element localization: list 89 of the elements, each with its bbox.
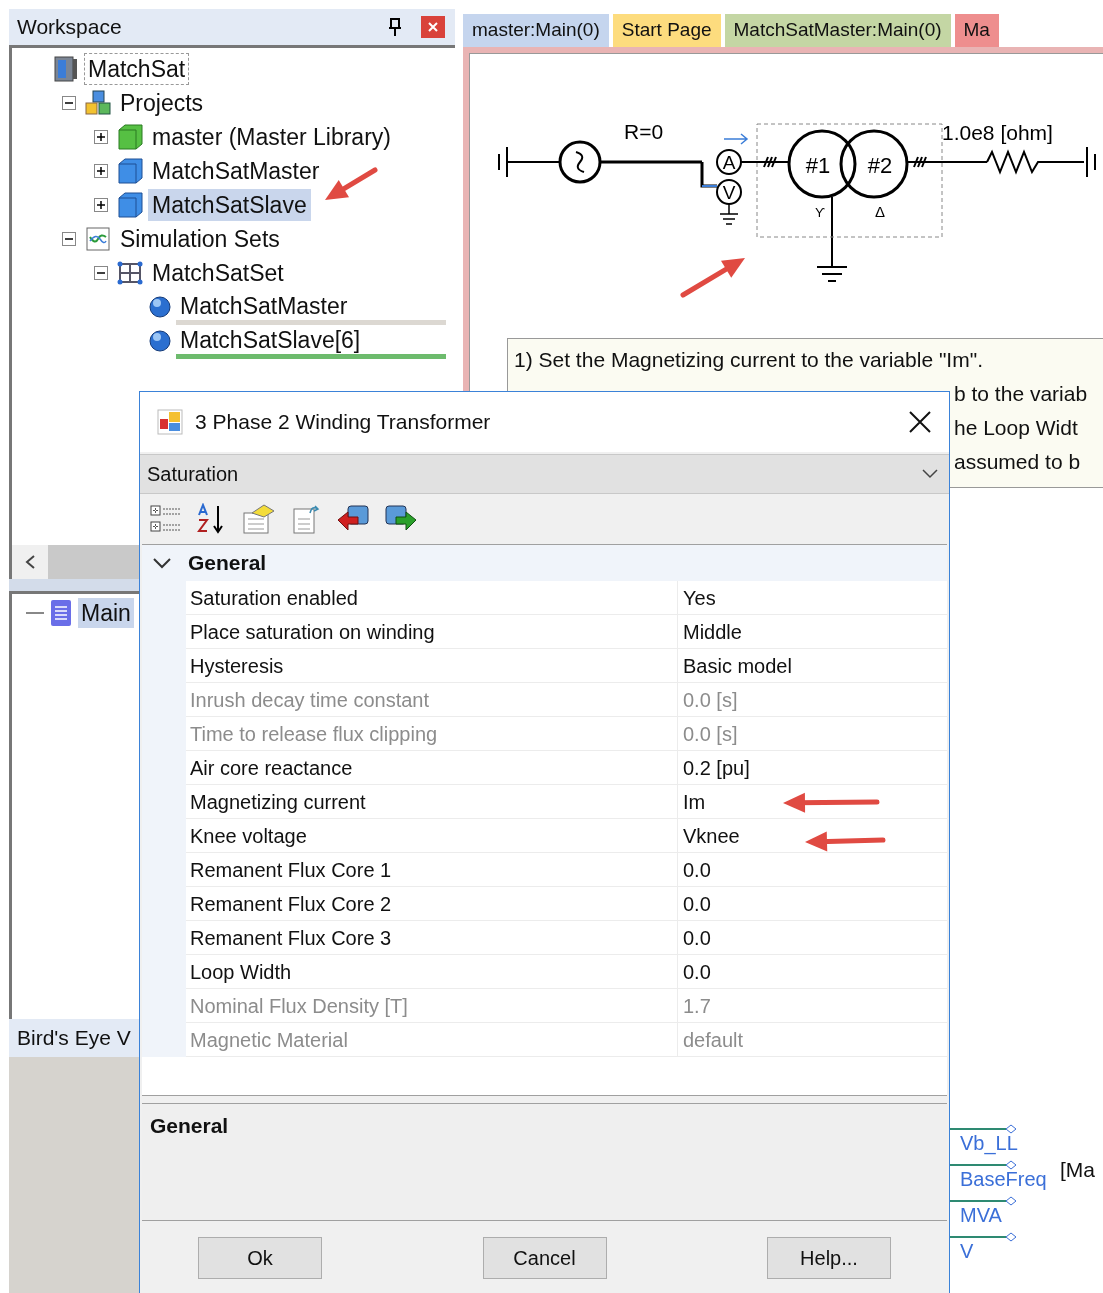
tree-item[interactable]: MatchSatSet (148, 257, 288, 289)
property-name: Remanent Flux Core 2 (186, 887, 678, 921)
cube-icon (116, 191, 144, 219)
expand-icon[interactable] (94, 130, 108, 144)
close-icon[interactable] (908, 410, 932, 434)
winding-label: #1 (805, 153, 831, 178)
tab[interactable]: MatchSatMaster:Main(0) (724, 14, 951, 47)
property-name: Time to release flux clipping (186, 717, 678, 751)
tab[interactable]: Start Page (612, 14, 721, 47)
tab[interactable]: master:Main(0) (463, 14, 609, 47)
property-value[interactable]: 0.2 [pu] (678, 751, 947, 785)
property-name: Saturation enabled (186, 581, 678, 615)
collapse-icon[interactable] (62, 96, 76, 110)
tree-item[interactable]: MatchSatMaster (148, 155, 324, 187)
tab[interactable]: Ma (954, 14, 999, 47)
meter-label: V (722, 182, 736, 203)
resistance-label: R=0 (624, 120, 664, 143)
annotation-arrow (680, 258, 745, 298)
property-name: Air core reactance (186, 751, 678, 785)
tree-item[interactable]: master (Master Library) (148, 121, 395, 153)
port-label: BaseFreq (960, 1168, 1047, 1190)
tree-item[interactable]: Projects (116, 87, 208, 119)
sphere-icon (148, 295, 172, 319)
chevron-down-icon[interactable] (152, 556, 172, 570)
property-value[interactable]: Middle (678, 615, 947, 649)
property-name: Knee voltage (186, 819, 678, 853)
app-icon (157, 409, 183, 435)
block-label: [Ma (1060, 1157, 1095, 1183)
document-export-icon[interactable] (290, 503, 322, 535)
property-name: Place saturation on winding (186, 615, 678, 649)
property-name: Hysteresis (186, 649, 678, 683)
winding-type-label: Δ (875, 203, 885, 220)
note-text: 1) Set the Magnetizing current to the variable "Im". (514, 347, 984, 373)
tree-item[interactable]: MatchSatMaster (176, 289, 446, 322)
property-name: Nominal Flux Density [T] (186, 989, 678, 1023)
property-name: Inrush decay time constant (186, 683, 678, 717)
panel-title: Bird's Eye V (17, 1025, 131, 1052)
tree-item[interactable]: MatchSatSlave[6] (176, 323, 446, 356)
pin-icon[interactable] (387, 17, 403, 37)
chevron-down-icon (921, 468, 939, 480)
property-name: Remanent Flux Core 3 (186, 921, 678, 955)
property-value[interactable]: 0.0 (678, 921, 947, 955)
property-value[interactable]: Yes (678, 581, 947, 615)
note-text: he Loop Widt (954, 416, 1078, 439)
dialog-button[interactable]: Ok (198, 1237, 322, 1279)
annotation-arrow (325, 167, 378, 200)
properties-icon[interactable] (242, 503, 276, 535)
property-name: Magnetizing current (186, 785, 678, 819)
property-value[interactable]: 0.0 (678, 955, 947, 989)
tree-item[interactable]: Simulation Sets (116, 223, 284, 255)
property-name: Loop Width (186, 955, 678, 989)
property-value[interactable]: Basic model (678, 649, 947, 683)
dialog-button[interactable]: Cancel (482, 1237, 607, 1279)
server-icon (52, 55, 80, 83)
section-dropdown[interactable]: Saturation (140, 454, 949, 494)
cube-icon (116, 123, 144, 151)
document-icon (50, 599, 72, 627)
property-name: Remanent Flux Core 1 (186, 853, 678, 887)
property-value[interactable]: 0.0 (678, 853, 947, 887)
dialog-title: 3 Phase 2 Winding Transformer (195, 409, 492, 436)
winding-label: #2 (867, 153, 893, 178)
tree-item[interactable]: MatchSatSlave (148, 189, 311, 221)
winding-type-label: ϒ (815, 205, 825, 220)
port-label: MVA (960, 1204, 1003, 1226)
category-label: General (188, 550, 267, 577)
property-value[interactable]: 0.0 (678, 887, 947, 921)
tree-item[interactable]: MatchSat (84, 53, 190, 85)
sphere-icon (148, 329, 172, 353)
property-name: Magnetic Material (186, 1023, 678, 1057)
expand-icon[interactable] (94, 198, 108, 212)
description-title: General (150, 1114, 229, 1137)
port-label: Vb_LL (960, 1132, 1019, 1154)
collapse-icon[interactable] (62, 232, 76, 246)
categorized-icon[interactable] (150, 503, 182, 535)
note-text: b to the variab (954, 382, 1088, 405)
chevron-left-icon[interactable] (24, 554, 36, 570)
panel-title: Workspace (17, 14, 123, 41)
cube-icon (116, 157, 144, 185)
port-label: V (960, 1240, 975, 1262)
tree-item[interactable]: Main (78, 598, 134, 628)
note-text: assumed to b (954, 450, 1081, 473)
meter-label: A (722, 152, 736, 173)
cubes-icon (84, 89, 112, 117)
collapse-icon[interactable] (94, 266, 108, 280)
lattice-icon (116, 259, 144, 287)
expand-icon[interactable] (94, 164, 108, 178)
dialog-button[interactable]: Help... (767, 1237, 891, 1279)
chart-document-icon (84, 225, 112, 253)
load-label: 1.0e8 [ohm] (942, 121, 1053, 144)
